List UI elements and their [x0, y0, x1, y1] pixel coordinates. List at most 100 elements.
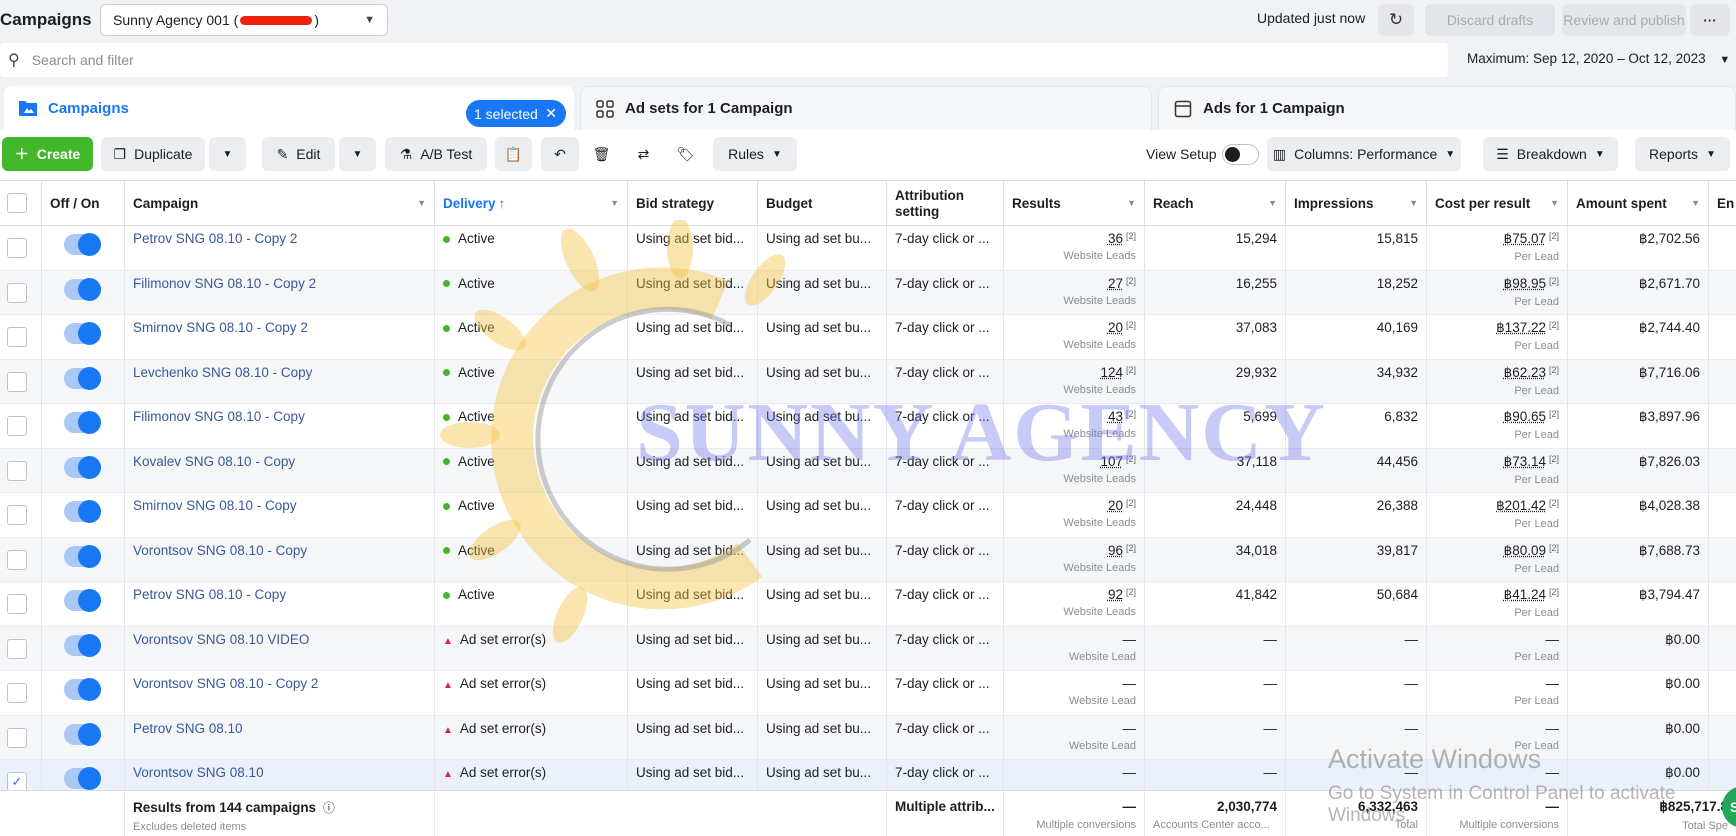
row-checkbox[interactable] [7, 594, 27, 614]
refresh-button[interactable]: ↻ [1378, 4, 1414, 36]
row-checkbox[interactable] [7, 372, 27, 392]
campaign-name-link[interactable]: Vorontsov SNG 08.10 - Copy [133, 543, 307, 558]
tag-button[interactable]: 🏷 [667, 137, 704, 171]
campaign-name-link[interactable]: Petrov SNG 08.10 - Copy 2 [133, 231, 297, 246]
campaign-toggle[interactable] [64, 635, 101, 656]
cost-per-result-value[interactable]: ฿41.24 [1504, 587, 1546, 602]
cost-per-result-value[interactable]: ฿73.14 [1504, 454, 1546, 469]
campaign-toggle[interactable] [64, 501, 101, 522]
more-options-button[interactable]: ··· [1690, 4, 1730, 36]
results-value[interactable]: 20 [1108, 498, 1123, 513]
campaign-toggle[interactable] [64, 768, 101, 789]
campaign-toggle[interactable] [64, 368, 101, 389]
select-all-checkbox[interactable] [7, 193, 27, 213]
campaign-name-link[interactable]: Kovalev SNG 08.10 - Copy [133, 454, 295, 469]
row-checkbox[interactable] [7, 283, 27, 303]
row-checkbox[interactable] [7, 327, 27, 347]
col-off-on[interactable]: Off / On [42, 181, 125, 226]
cost-per-result-value[interactable]: — [1546, 632, 1560, 647]
cost-per-result-value[interactable]: ฿98.95 [1504, 276, 1546, 291]
results-value[interactable]: 27 [1108, 276, 1123, 291]
results-value[interactable]: 107 [1100, 454, 1123, 469]
campaign-name-link[interactable]: Smirnov SNG 08.10 - Copy [133, 498, 297, 513]
campaign-name-link[interactable]: Filimonov SNG 08.10 - Copy 2 [133, 276, 316, 291]
row-checkbox[interactable] [7, 728, 27, 748]
col-delivery[interactable]: Delivery ↑ ▼ [435, 181, 628, 226]
col-ends[interactable]: En [1709, 181, 1736, 226]
cost-per-result-value[interactable]: — [1546, 721, 1560, 736]
create-button[interactable]: ＋ Create [2, 137, 93, 171]
row-checkbox[interactable] [7, 461, 27, 481]
clipboard-button[interactable]: 📋 [495, 137, 532, 171]
row-checkbox[interactable] [7, 416, 27, 436]
date-range-picker[interactable]: Maximum: Sep 12, 2020 – Oct 12, 2023 ▼ [1467, 51, 1730, 66]
tab-ads[interactable]: Ads for 1 Campaign [1158, 86, 1736, 130]
cost-per-result-value[interactable]: ฿80.09 [1504, 543, 1546, 558]
col-attribution[interactable]: Attribution setting [887, 181, 1004, 226]
col-reach[interactable]: Reach ▼ [1145, 181, 1286, 226]
campaign-name-link[interactable]: Petrov SNG 08.10 [133, 721, 243, 736]
preview-button[interactable]: ⇄ [625, 137, 662, 171]
table-row[interactable]: Filimonov SNG 08.10 - Copy Active Using ad… [0, 404, 1736, 449]
table-row[interactable]: Vorontsov SNG 08.10 - Copy Active Using ad… [0, 538, 1736, 583]
results-value[interactable]: — [1123, 676, 1137, 691]
table-row[interactable]: Filimonov SNG 08.10 - Copy 2 Active Using … [0, 271, 1736, 316]
cost-per-result-value[interactable]: — [1546, 676, 1560, 691]
table-row[interactable]: ✓ Vorontsov SNG 08.10 ▲ Ad set error(s) Usin… [0, 760, 1736, 790]
rules-button[interactable]: Rules ▼ [713, 137, 797, 171]
campaign-name-link[interactable]: Vorontsov SNG 08.10 [133, 765, 264, 780]
col-cost-per-result[interactable]: Cost per result ▼ [1427, 181, 1568, 226]
info-icon[interactable]: ⓘ [323, 801, 335, 815]
close-icon[interactable]: ✕ [545, 105, 557, 122]
reports-button[interactable]: Reports ▼ [1635, 137, 1730, 171]
campaign-toggle[interactable] [64, 679, 101, 700]
table-row[interactable]: Levchenko SNG 08.10 - Copy Active Using ad… [0, 360, 1736, 405]
delete-button[interactable]: 🗑 [583, 137, 620, 171]
results-value[interactable]: 43 [1108, 409, 1123, 424]
results-value[interactable]: — [1123, 765, 1137, 780]
tab-adsets[interactable]: Ad sets for 1 Campaign [580, 86, 1152, 130]
campaign-name-link[interactable]: Vorontsov SNG 08.10 VIDEO [133, 632, 309, 647]
table-row[interactable]: Smirnov SNG 08.10 - Copy 2 Active Using ad… [0, 315, 1736, 360]
discard-drafts-button[interactable]: Discard drafts [1425, 4, 1555, 36]
table-row[interactable]: Petrov SNG 08.10 - Copy Active Using ad se… [0, 582, 1736, 627]
table-row[interactable]: Petrov SNG 08.10 ▲ Ad set error(s) Using ad… [0, 716, 1736, 761]
search-input[interactable]: ⚲ Search and filter [0, 43, 1448, 77]
campaign-name-link[interactable]: Petrov SNG 08.10 - Copy [133, 587, 286, 602]
table-row[interactable]: Vorontsov SNG 08.10 VIDEO ▲ Ad set error(s… [0, 627, 1736, 672]
results-value[interactable]: 92 [1108, 587, 1123, 602]
col-impressions[interactable]: Impressions ▼ [1286, 181, 1427, 226]
view-setup-toggle[interactable] [1222, 144, 1259, 165]
columns-button[interactable]: ▥ Columns: Performance ▼ [1267, 137, 1461, 171]
col-campaign[interactable]: Campaign ▼ [125, 181, 435, 226]
cost-per-result-value[interactable]: ฿90.65 [1504, 409, 1546, 424]
campaign-toggle[interactable] [64, 546, 101, 567]
campaign-toggle[interactable] [64, 279, 101, 300]
row-checkbox[interactable] [7, 505, 27, 525]
table-row[interactable]: Petrov SNG 08.10 - Copy 2 Active Using ad … [0, 226, 1736, 271]
results-value[interactable]: 96 [1108, 543, 1123, 558]
campaign-toggle[interactable] [64, 590, 101, 611]
cost-per-result-value[interactable]: — [1546, 765, 1560, 780]
row-checkbox[interactable] [7, 639, 27, 659]
table-row[interactable]: Vorontsov SNG 08.10 - Copy 2 ▲ Ad set erro… [0, 671, 1736, 716]
tab-campaigns[interactable]: Campaigns 1 selected ✕ [4, 86, 574, 130]
table-row[interactable]: Kovalev SNG 08.10 - Copy Active Using ad s… [0, 449, 1736, 494]
campaign-toggle[interactable] [64, 412, 101, 433]
campaign-name-link[interactable]: Vorontsov SNG 08.10 - Copy 2 [133, 676, 318, 691]
undo-button[interactable]: ↶ [541, 137, 579, 171]
cost-per-result-value[interactable]: ฿62.23 [1504, 365, 1546, 380]
breakdown-button[interactable]: ☰ Breakdown ▼ [1483, 137, 1618, 171]
cost-per-result-value[interactable]: ฿201.42 [1496, 498, 1546, 513]
col-bid-strategy[interactable]: Bid strategy [628, 181, 758, 226]
campaign-name-link[interactable]: Filimonov SNG 08.10 - Copy [133, 409, 305, 424]
col-results[interactable]: Results ▼ [1004, 181, 1145, 226]
ab-test-button[interactable]: ⚗ A/B Test [385, 137, 487, 171]
campaign-toggle[interactable] [64, 724, 101, 745]
table-row[interactable]: Smirnov SNG 08.10 - Copy Active Using ad s… [0, 493, 1736, 538]
selected-count-pill[interactable]: 1 selected ✕ [466, 100, 566, 127]
col-budget[interactable]: Budget [758, 181, 887, 226]
row-checkbox[interactable] [7, 683, 27, 703]
results-value[interactable]: 36 [1108, 231, 1123, 246]
cost-per-result-value[interactable]: ฿137.22 [1496, 320, 1546, 335]
